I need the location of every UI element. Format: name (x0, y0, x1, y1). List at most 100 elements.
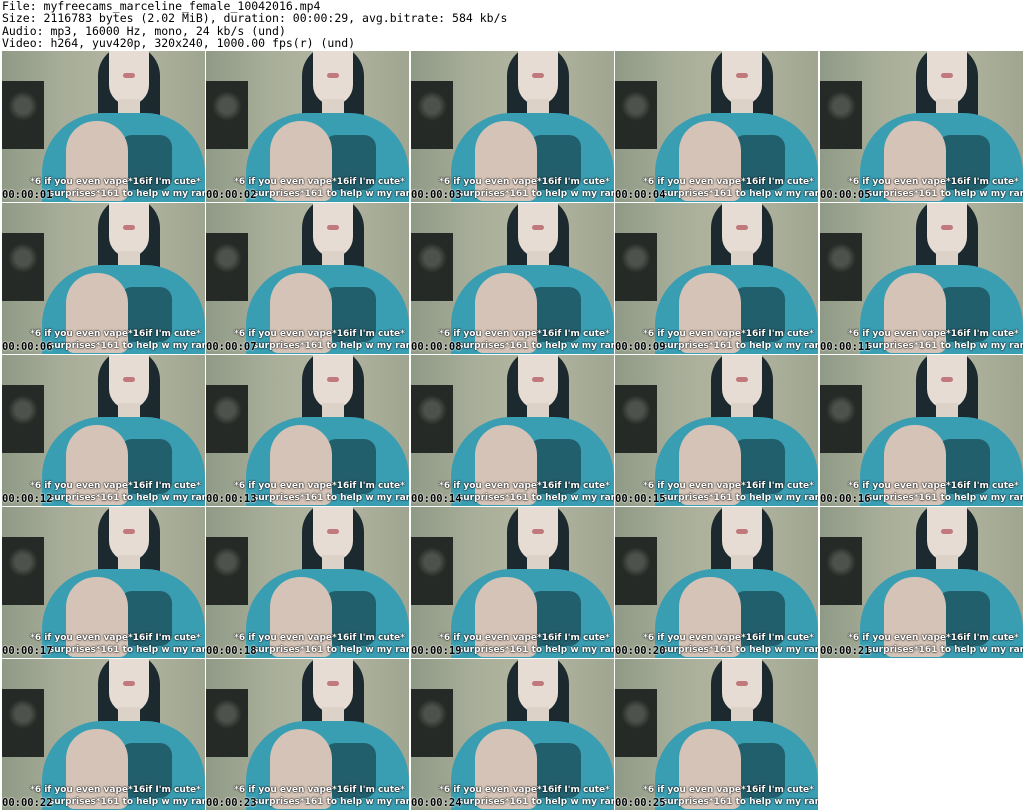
frame-lips (941, 73, 953, 78)
frame-face (109, 203, 149, 257)
frame-face (518, 203, 558, 257)
frame-poster (206, 233, 248, 301)
overlay-caption-line2: surprises*161 to help w my rank (48, 341, 205, 351)
frame-timestamp: 00:00:06 (2, 341, 53, 353)
frame-lips (736, 73, 748, 78)
overlay-caption-line1: *6 if you even vape*16if I'm cute* (848, 329, 1019, 339)
thumbnail-grid: *6 if you even vape*16if I'm cute* surpri… (2, 51, 1024, 811)
frame-timestamp: 00:00:08 (411, 341, 462, 353)
frame-lips (123, 681, 135, 686)
frame-lips (532, 225, 544, 230)
overlay-caption-line2: surprises*161 to help w my rank (661, 645, 818, 655)
frame-poster (2, 233, 44, 301)
frame-poster (206, 385, 248, 453)
overlay-caption-line2: surprises*161 to help w my rank (48, 493, 205, 503)
overlay-caption-line2: surprises*161 to help w my rank (457, 341, 614, 351)
frame-face (927, 355, 967, 409)
frame-poster (206, 689, 248, 757)
overlay-caption-line1: *6 if you even vape*16if I'm cute* (234, 481, 405, 491)
frame-lips (123, 377, 135, 382)
frame-timestamp: 00:00:16 (820, 493, 871, 505)
frame-timestamp: 00:00:25 (615, 797, 666, 809)
frame-timestamp: 00:00:24 (411, 797, 462, 809)
frame-lips (327, 225, 339, 230)
frame-face (313, 51, 353, 105)
video-thumbnail: *6 if you even vape*16if I'm cute* surpri… (615, 203, 818, 354)
overlay-caption-line1: *6 if you even vape*16if I'm cute* (234, 785, 405, 795)
frame-poster (206, 81, 248, 149)
frame-lips (532, 377, 544, 382)
frame-poster (820, 81, 862, 149)
frame-lips (941, 377, 953, 382)
frame-timestamp: 00:00:05 (820, 189, 871, 201)
frame-face (109, 659, 149, 713)
frame-timestamp: 00:00:20 (615, 645, 666, 657)
file-info-header: File: myfreecams_marceline_female_100420… (2, 0, 507, 50)
video-thumbnail: *6 if you even vape*16if I'm cute* surpri… (615, 659, 818, 810)
video-thumbnail: *6 if you even vape*16if I'm cute* surpri… (2, 355, 205, 506)
overlay-caption-line1: *6 if you even vape*16if I'm cute* (439, 177, 610, 187)
overlay-caption-line2: surprises*161 to help w my rank (457, 797, 614, 807)
video-thumbnail: *6 if you even vape*16if I'm cute* surpri… (411, 355, 614, 506)
frame-face (927, 507, 967, 561)
overlay-caption-line2: surprises*161 to help w my rank (48, 797, 205, 807)
frame-face (518, 355, 558, 409)
frame-lips (327, 377, 339, 382)
size-line: Size: 2116783 bytes (2.02 MiB), duration… (2, 11, 508, 26)
video-thumbnail: *6 if you even vape*16if I'm cute* surpri… (206, 659, 409, 810)
overlay-caption-line1: *6 if you even vape*16if I'm cute* (234, 177, 405, 187)
video-thumbnail: *6 if you even vape*16if I'm cute* surpri… (615, 355, 818, 506)
frame-poster (820, 537, 862, 605)
frame-lips (327, 681, 339, 686)
frame-timestamp: 00:00:01 (2, 189, 53, 201)
frame-lips (532, 529, 544, 534)
frame-poster (411, 81, 453, 149)
frame-face (109, 51, 149, 105)
frame-poster (820, 385, 862, 453)
overlay-caption-line1: *6 if you even vape*16if I'm cute* (848, 633, 1019, 643)
frame-timestamp: 00:00:07 (206, 341, 257, 353)
frame-face (109, 507, 149, 561)
overlay-caption-line2: surprises*161 to help w my rank (866, 341, 1023, 351)
frame-poster (411, 233, 453, 301)
frame-timestamp: 00:00:19 (411, 645, 462, 657)
frame-timestamp: 00:00:18 (206, 645, 257, 657)
overlay-caption-line2: surprises*161 to help w my rank (252, 645, 409, 655)
overlay-caption-line1: *6 if you even vape*16if I'm cute* (30, 481, 201, 491)
video-thumbnail: *6 if you even vape*16if I'm cute* surpri… (2, 203, 205, 354)
frame-poster (615, 81, 657, 149)
frame-timestamp: 00:00:17 (2, 645, 53, 657)
overlay-caption-line1: *6 if you even vape*16if I'm cute* (643, 177, 814, 187)
frame-timestamp: 00:00:11 (820, 341, 871, 353)
frame-face (518, 507, 558, 561)
video-thumbnail: *6 if you even vape*16if I'm cute* surpri… (411, 507, 614, 658)
frame-poster (206, 537, 248, 605)
frame-face (722, 659, 762, 713)
video-thumbnail: *6 if you even vape*16if I'm cute* surpri… (206, 203, 409, 354)
frame-poster (615, 537, 657, 605)
video-thumbnail: *6 if you even vape*16if I'm cute* surpri… (411, 659, 614, 810)
overlay-caption-line1: *6 if you even vape*16if I'm cute* (439, 481, 610, 491)
frame-lips (123, 529, 135, 534)
frame-timestamp: 00:00:02 (206, 189, 257, 201)
video-thumbnail: *6 if you even vape*16if I'm cute* surpri… (820, 355, 1023, 506)
video-thumbnail: *6 if you even vape*16if I'm cute* surpri… (411, 51, 614, 202)
overlay-caption-line1: *6 if you even vape*16if I'm cute* (643, 785, 814, 795)
overlay-caption-line1: *6 if you even vape*16if I'm cute* (848, 481, 1019, 491)
video-thumbnail: *6 if you even vape*16if I'm cute* surpri… (206, 51, 409, 202)
frame-timestamp: 00:00:23 (206, 797, 257, 809)
overlay-caption-line1: *6 if you even vape*16if I'm cute* (234, 329, 405, 339)
video-thumbnail: *6 if you even vape*16if I'm cute* surpri… (820, 507, 1023, 658)
frame-lips (941, 529, 953, 534)
overlay-caption-line2: surprises*161 to help w my rank (457, 189, 614, 199)
overlay-caption-line1: *6 if you even vape*16if I'm cute* (439, 633, 610, 643)
frame-lips (736, 377, 748, 382)
frame-lips (736, 529, 748, 534)
frame-face (722, 203, 762, 257)
overlay-caption-line1: *6 if you even vape*16if I'm cute* (234, 633, 405, 643)
frame-face (109, 355, 149, 409)
overlay-caption-line2: surprises*161 to help w my rank (48, 645, 205, 655)
video-thumbnail: *6 if you even vape*16if I'm cute* surpri… (206, 507, 409, 658)
overlay-caption-line2: surprises*161 to help w my rank (661, 797, 818, 807)
overlay-caption-line2: surprises*161 to help w my rank (252, 797, 409, 807)
